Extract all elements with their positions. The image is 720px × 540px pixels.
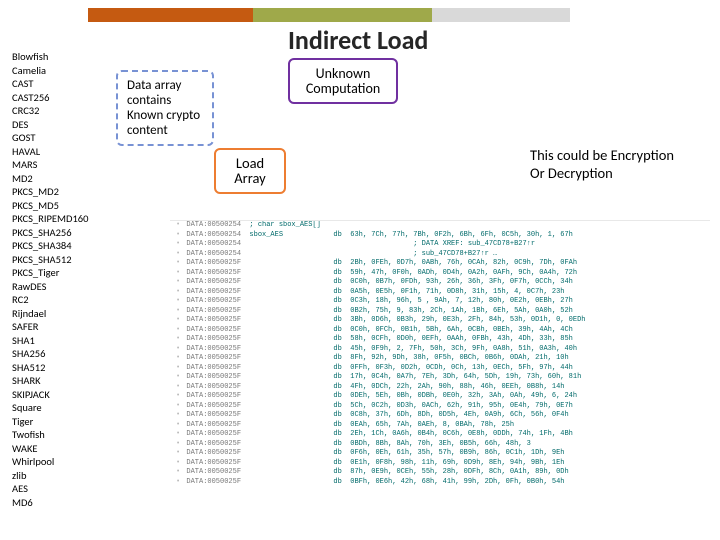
disasm-row: DATA:0050025F db 0C0h, 0B7h, 0FDh, 93h, …: [170, 278, 710, 288]
algo-list-item: PKCS_MD5: [12, 199, 88, 213]
algo-list-item: PKCS_Tiger: [12, 266, 88, 280]
crypto-algorithm-list: BlowfishCameliaCASTCAST256CRC32DESGOSTHA…: [12, 50, 88, 509]
disasm-row: DATA:0050025F db 59h, 47h, 0F0h, 0ADh, 0…: [170, 269, 710, 279]
disasm-row: DATA:0050025F db 0DEh, 5Eh, 0Bh, 0DBh, 0…: [170, 392, 710, 402]
accent-color-bar: [88, 8, 570, 22]
conclusion-text: This could be Encryption Or Decryption: [530, 146, 674, 182]
disasm-row: DATA:0050025F db 87h, 0E9h, 0CEh, 55h, 2…: [170, 468, 710, 478]
callout-unknown-computation: Unknown Computation: [288, 58, 398, 104]
disasm-row: DATA:0050025F db 0EAh, 65h, 7Ah, 0AEh, 8…: [170, 421, 710, 431]
algo-list-item: CRC32: [12, 104, 88, 118]
algo-list-item: DES: [12, 118, 88, 132]
callout-load-array: Load Array: [214, 148, 286, 194]
algo-list-item: PKCS_SHA512: [12, 253, 88, 267]
disasm-row: DATA:0050025F db 0E1h, 0F8h, 98h, 11h, 6…: [170, 459, 710, 469]
conclusion-line-1: This could be Encryption: [530, 146, 674, 164]
disasm-row: DATA:0050025F db 17h, 0C4h, 0A7h, 7Eh, 3…: [170, 373, 710, 383]
accent-seg-orange: [88, 8, 253, 22]
callout-data-array: Data array contains Known crypto content: [116, 70, 214, 146]
accent-seg-olive: [253, 8, 432, 22]
disasm-row: DATA:0050025F db 0C0h, 0FCh, 0B1h, 5Bh, …: [170, 326, 710, 336]
algo-list-item: Camelia: [12, 64, 88, 78]
disasm-row: DATA:0050025F db 2Bh, 0FEh, 0D7h, 0ABh, …: [170, 259, 710, 269]
algo-list-item: CAST: [12, 77, 88, 91]
disasm-row: DATA:0050025F db 0A5h, 0E5h, 0F1h, 71h, …: [170, 288, 710, 298]
algo-list-item: GOST: [12, 131, 88, 145]
algo-list-item: Blowfish: [12, 50, 88, 64]
algo-list-item: WAKE: [12, 442, 88, 456]
algo-list-item: Whirlpool: [12, 455, 88, 469]
disasm-row: DATA:0050025F db 0BFh, 0E6h, 42h, 68h, 4…: [170, 478, 710, 488]
algo-list-item: MARS: [12, 158, 88, 172]
algo-list-item: Rijndael: [12, 307, 88, 321]
disasm-row: DATA:0050025F db 4Fh, 0DCh, 22h, 2Ah, 90…: [170, 383, 710, 393]
algo-list-item: Square: [12, 401, 88, 415]
algo-list-item: PKCS_SHA256: [12, 226, 88, 240]
disasm-row: DATA:0050025F db 0C3h, 18h, 96h, 5 , 9Ah…: [170, 297, 710, 307]
disasm-row: DATA:0050025F db 45h, 0F9h, 2, 7Fh, 50h,…: [170, 345, 710, 355]
algo-list-item: Twofish: [12, 428, 88, 442]
algo-list-item: PKCS_RIPEMD160: [12, 212, 88, 226]
algo-list-item: RawDES: [12, 280, 88, 294]
accent-seg-gray: [432, 8, 570, 22]
disasm-row: DATA:0050025F db 0BDh, 8Bh, 8Ah, 70h, 3E…: [170, 440, 710, 450]
disasm-row: DATA:00500254 sbox_AES db 63h, 7Ch, 77h,…: [170, 231, 710, 241]
disasm-row: DATA:0050025F db 8Fh, 92h, 9Dh, 38h, 0F5…: [170, 354, 710, 364]
algo-list-item: CAST256: [12, 91, 88, 105]
disasm-row: DATA:0050025F db 58h, 0CFh, 0D0h, 0EFh, …: [170, 335, 710, 345]
algo-list-item: zlib: [12, 469, 88, 483]
algo-list-item: SKIPJACK: [12, 388, 88, 402]
algo-list-item: SHA256: [12, 347, 88, 361]
disasm-row: DATA:0050025F db 3Bh, 0D6h, 0B3h, 29h, 0…: [170, 316, 710, 326]
algo-list-item: AES: [12, 482, 88, 496]
algo-list-item: SAFER: [12, 320, 88, 334]
disasm-row: DATA:0050025F db 2Eh, 1Ch, 0A6h, 0B4h, 0…: [170, 430, 710, 440]
disasm-row: DATA:0050025F db 0F6h, 0Eh, 61h, 35h, 57…: [170, 449, 710, 459]
disassembly-listing: DATA:00500254 ; char sbox_AES[]DATA:0050…: [170, 220, 710, 535]
algo-list-item: SHA512: [12, 361, 88, 375]
disasm-row: DATA:00500254 ; sub_47CD78+B27↑r …: [170, 250, 710, 260]
algo-list-item: PKCS_SHA384: [12, 239, 88, 253]
disasm-row: DATA:0050025F db 0B2h, 75h, 9, 83h, 2Ch,…: [170, 307, 710, 317]
algo-list-item: SHARK: [12, 374, 88, 388]
disasm-row: DATA:0050025F db 0C8h, 37h, 6Dh, 8Dh, 0D…: [170, 411, 710, 421]
algo-list-item: PKCS_MD2: [12, 185, 88, 199]
page-title: Indirect Load: [288, 24, 428, 56]
disasm-row: DATA:0050025F db 0FFh, 0F3h, 0D2h, 0CDh,…: [170, 364, 710, 374]
algo-list-item: MD2: [12, 172, 88, 186]
disasm-row: DATA:0050025F db 5Ch, 0C2h, 0D3h, 0ACh, …: [170, 402, 710, 412]
disasm-row: DATA:00500254 ; char sbox_AES[]: [170, 221, 710, 231]
algo-list-item: HAVAL: [12, 145, 88, 159]
conclusion-line-2: Or Decryption: [530, 164, 674, 182]
algo-list-item: RC2: [12, 293, 88, 307]
disasm-row: DATA:00500254 ; DATA XREF: sub_47CD78+B2…: [170, 240, 710, 250]
algo-list-item: SHA1: [12, 334, 88, 348]
algo-list-item: MD6: [12, 496, 88, 510]
algo-list-item: Tiger: [12, 415, 88, 429]
